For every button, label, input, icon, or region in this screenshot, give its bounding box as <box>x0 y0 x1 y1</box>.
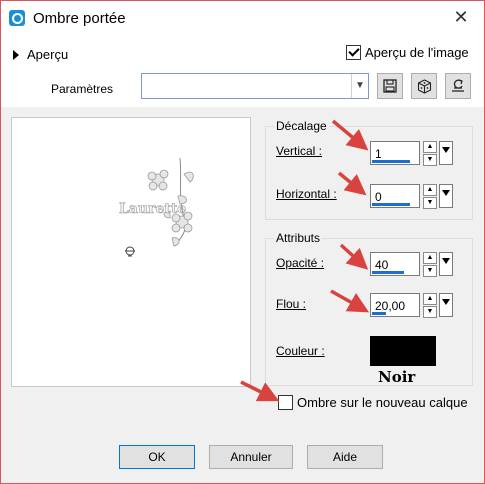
opacity-label-text: Opacité : <box>276 256 325 270</box>
preview-pane[interactable]: Laurette <box>11 117 251 387</box>
blur-value: 20,00 <box>375 299 406 313</box>
spin-down-icon[interactable]: ▼ <box>423 306 437 318</box>
close-icon[interactable]: ✕ <box>452 8 470 26</box>
blur-label: Flou : <box>276 297 306 311</box>
vertical-label-text: Vertical : <box>276 144 323 158</box>
color-swatch[interactable] <box>370 336 436 366</box>
vertical-slider-dropdown[interactable] <box>439 141 453 165</box>
horizontal-input[interactable]: 0 <box>370 184 420 208</box>
spin-up-icon[interactable]: ▲ <box>423 252 437 264</box>
new-layer-checkbox[interactable] <box>278 395 293 410</box>
blur-spinner[interactable]: ▲ ▼ <box>423 293 437 318</box>
vertical-label: Vertical : <box>276 144 322 158</box>
offset-group-title: Décalage <box>274 119 329 133</box>
title-bar: Ombre portée ✕ <box>1 1 484 35</box>
spin-up-icon[interactable]: ▲ <box>423 184 437 196</box>
image-preview-checkbox[interactable] <box>346 45 361 60</box>
spin-up-icon[interactable]: ▲ <box>423 293 437 305</box>
dialog-window: Ombre portée ✕ Aperçu Aperçu de l'image … <box>0 0 485 484</box>
save-preset-button[interactable] <box>377 73 403 99</box>
new-layer-label: Ombre sur le nouveau calque <box>297 395 468 410</box>
help-button[interactable]: Aide <box>307 445 383 469</box>
preview-expander-label: Aperçu <box>27 47 69 62</box>
top-panel: Aperçu Aperçu de l'image Paramètres ▼ <box>1 35 484 107</box>
horizontal-value: 0 <box>375 190 382 204</box>
blur-level-bar <box>372 312 386 315</box>
image-preview-label: Aperçu de l'image <box>365 45 469 60</box>
cursor-icon <box>125 246 135 257</box>
new-layer-option[interactable]: Ombre sur le nouveau calque <box>278 395 468 410</box>
spin-down-icon[interactable]: ▼ <box>423 265 437 277</box>
vertical-value: 1 <box>375 147 382 161</box>
opacity-label: Opacité : <box>276 256 324 270</box>
vertical-level-bar <box>372 160 410 163</box>
randomize-button[interactable] <box>411 73 437 99</box>
save-icon <box>383 79 397 93</box>
horizontal-label-text: Horizontal : <box>276 187 337 201</box>
opacity-value: 40 <box>375 258 389 272</box>
blur-slider-dropdown[interactable] <box>439 293 453 317</box>
blur-label-text: Flou : <box>276 297 307 311</box>
horizontal-label: Horizontal : <box>276 187 337 201</box>
color-label: Couleur : <box>276 344 325 358</box>
vertical-spinner[interactable]: ▲ ▼ <box>423 141 437 166</box>
expand-triangle-icon <box>13 50 19 60</box>
presets-label: Paramètres <box>51 82 114 96</box>
preset-combobox[interactable]: ▼ <box>141 73 369 99</box>
watermark-text: Laurette <box>119 201 186 217</box>
dice-icon <box>417 78 431 94</box>
vertical-input[interactable]: 1 <box>370 141 420 165</box>
reset-icon <box>452 78 464 92</box>
app-icon <box>9 10 25 26</box>
preview-expander[interactable]: Aperçu <box>13 47 68 62</box>
opacity-spinner[interactable]: ▲ ▼ <box>423 252 437 277</box>
reset-button[interactable] <box>445 73 471 99</box>
image-preview-option[interactable]: Aperçu de l'image <box>346 45 469 60</box>
blur-input[interactable]: 20,00 <box>370 293 420 317</box>
horizontal-level-bar <box>372 203 410 206</box>
spin-up-icon[interactable]: ▲ <box>423 141 437 153</box>
chevron-down-icon[interactable]: ▼ <box>351 74 368 98</box>
horizontal-spinner[interactable]: ▲ ▼ <box>423 184 437 209</box>
spin-down-icon[interactable]: ▼ <box>423 197 437 209</box>
color-label-text: Couleur : <box>276 344 325 358</box>
opacity-level-bar <box>372 271 404 274</box>
color-annotation: Noir <box>378 368 416 386</box>
opacity-slider-dropdown[interactable] <box>439 252 453 276</box>
attributes-group-title: Attributs <box>274 231 323 245</box>
spin-down-icon[interactable]: ▼ <box>423 154 437 166</box>
window-title: Ombre portée <box>33 10 126 27</box>
ok-button[interactable]: OK <box>119 445 195 469</box>
preview-canvas: Laurette <box>119 157 194 257</box>
opacity-input[interactable]: 40 <box>370 252 420 276</box>
cancel-button[interactable]: Annuler <box>209 445 293 469</box>
horizontal-slider-dropdown[interactable] <box>439 184 453 208</box>
